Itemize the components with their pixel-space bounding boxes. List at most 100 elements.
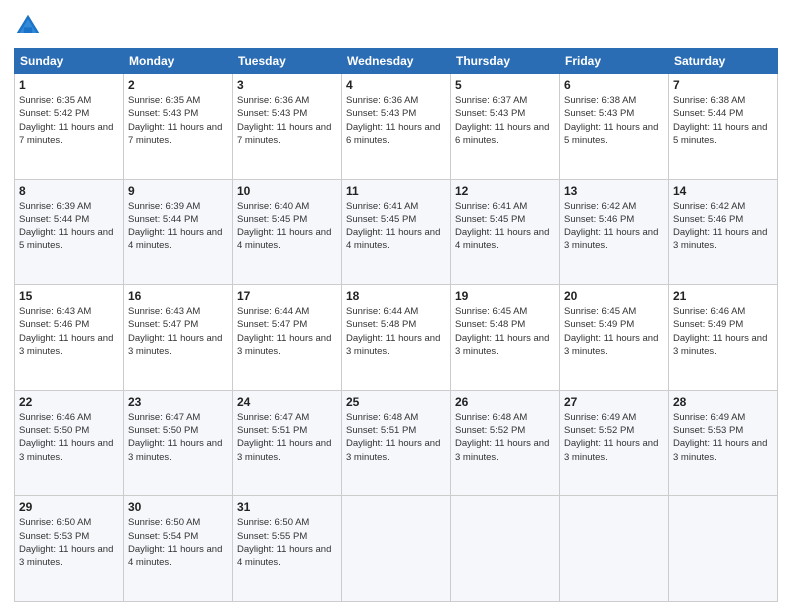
day-number: 21 <box>673 289 773 303</box>
day-info: Sunrise: 6:48 AM Sunset: 5:51 PM Dayligh… <box>346 411 446 464</box>
day-cell: 18 Sunrise: 6:44 AM Sunset: 5:48 PM Dayl… <box>342 285 451 391</box>
week-row-5: 29 Sunrise: 6:50 AM Sunset: 5:53 PM Dayl… <box>15 496 778 602</box>
page: SundayMondayTuesdayWednesdayThursdayFrid… <box>0 0 792 612</box>
day-number: 20 <box>564 289 664 303</box>
day-number: 25 <box>346 395 446 409</box>
day-cell: 9 Sunrise: 6:39 AM Sunset: 5:44 PM Dayli… <box>124 179 233 285</box>
logo <box>14 12 44 40</box>
day-info: Sunrise: 6:40 AM Sunset: 5:45 PM Dayligh… <box>237 200 337 253</box>
day-info: Sunrise: 6:49 AM Sunset: 5:52 PM Dayligh… <box>564 411 664 464</box>
day-cell: 4 Sunrise: 6:36 AM Sunset: 5:43 PM Dayli… <box>342 74 451 180</box>
day-header-sunday: Sunday <box>15 49 124 74</box>
calendar-header-row: SundayMondayTuesdayWednesdayThursdayFrid… <box>15 49 778 74</box>
day-cell: 24 Sunrise: 6:47 AM Sunset: 5:51 PM Dayl… <box>233 390 342 496</box>
day-number: 2 <box>128 78 228 92</box>
calendar-table: SundayMondayTuesdayWednesdayThursdayFrid… <box>14 48 778 602</box>
day-cell: 21 Sunrise: 6:46 AM Sunset: 5:49 PM Dayl… <box>669 285 778 391</box>
day-cell <box>669 496 778 602</box>
day-number: 31 <box>237 500 337 514</box>
day-cell: 10 Sunrise: 6:40 AM Sunset: 5:45 PM Dayl… <box>233 179 342 285</box>
day-info: Sunrise: 6:35 AM Sunset: 5:43 PM Dayligh… <box>128 94 228 147</box>
day-info: Sunrise: 6:47 AM Sunset: 5:51 PM Dayligh… <box>237 411 337 464</box>
day-number: 29 <box>19 500 119 514</box>
day-cell: 3 Sunrise: 6:36 AM Sunset: 5:43 PM Dayli… <box>233 74 342 180</box>
day-cell: 23 Sunrise: 6:47 AM Sunset: 5:50 PM Dayl… <box>124 390 233 496</box>
day-cell: 25 Sunrise: 6:48 AM Sunset: 5:51 PM Dayl… <box>342 390 451 496</box>
day-cell: 15 Sunrise: 6:43 AM Sunset: 5:46 PM Dayl… <box>15 285 124 391</box>
day-info: Sunrise: 6:41 AM Sunset: 5:45 PM Dayligh… <box>455 200 555 253</box>
day-cell <box>451 496 560 602</box>
day-cell: 30 Sunrise: 6:50 AM Sunset: 5:54 PM Dayl… <box>124 496 233 602</box>
day-cell: 26 Sunrise: 6:48 AM Sunset: 5:52 PM Dayl… <box>451 390 560 496</box>
day-cell: 28 Sunrise: 6:49 AM Sunset: 5:53 PM Dayl… <box>669 390 778 496</box>
day-header-thursday: Thursday <box>451 49 560 74</box>
day-number: 26 <box>455 395 555 409</box>
day-number: 24 <box>237 395 337 409</box>
day-number: 19 <box>455 289 555 303</box>
day-header-wednesday: Wednesday <box>342 49 451 74</box>
day-number: 11 <box>346 184 446 198</box>
day-info: Sunrise: 6:43 AM Sunset: 5:47 PM Dayligh… <box>128 305 228 358</box>
day-cell: 19 Sunrise: 6:45 AM Sunset: 5:48 PM Dayl… <box>451 285 560 391</box>
day-number: 30 <box>128 500 228 514</box>
day-cell <box>342 496 451 602</box>
day-cell: 20 Sunrise: 6:45 AM Sunset: 5:49 PM Dayl… <box>560 285 669 391</box>
day-cell <box>560 496 669 602</box>
day-header-friday: Friday <box>560 49 669 74</box>
day-info: Sunrise: 6:49 AM Sunset: 5:53 PM Dayligh… <box>673 411 773 464</box>
week-row-3: 15 Sunrise: 6:43 AM Sunset: 5:46 PM Dayl… <box>15 285 778 391</box>
day-number: 6 <box>564 78 664 92</box>
day-number: 3 <box>237 78 337 92</box>
day-info: Sunrise: 6:36 AM Sunset: 5:43 PM Dayligh… <box>346 94 446 147</box>
day-number: 10 <box>237 184 337 198</box>
day-number: 17 <box>237 289 337 303</box>
day-info: Sunrise: 6:39 AM Sunset: 5:44 PM Dayligh… <box>128 200 228 253</box>
day-cell: 11 Sunrise: 6:41 AM Sunset: 5:45 PM Dayl… <box>342 179 451 285</box>
day-number: 5 <box>455 78 555 92</box>
header <box>14 12 778 40</box>
day-number: 7 <box>673 78 773 92</box>
day-info: Sunrise: 6:38 AM Sunset: 5:43 PM Dayligh… <box>564 94 664 147</box>
day-info: Sunrise: 6:43 AM Sunset: 5:46 PM Dayligh… <box>19 305 119 358</box>
week-row-4: 22 Sunrise: 6:46 AM Sunset: 5:50 PM Dayl… <box>15 390 778 496</box>
day-number: 15 <box>19 289 119 303</box>
day-info: Sunrise: 6:41 AM Sunset: 5:45 PM Dayligh… <box>346 200 446 253</box>
day-number: 12 <box>455 184 555 198</box>
day-number: 13 <box>564 184 664 198</box>
day-number: 14 <box>673 184 773 198</box>
day-info: Sunrise: 6:46 AM Sunset: 5:50 PM Dayligh… <box>19 411 119 464</box>
day-cell: 8 Sunrise: 6:39 AM Sunset: 5:44 PM Dayli… <box>15 179 124 285</box>
day-cell: 5 Sunrise: 6:37 AM Sunset: 5:43 PM Dayli… <box>451 74 560 180</box>
day-number: 28 <box>673 395 773 409</box>
day-number: 1 <box>19 78 119 92</box>
day-cell: 2 Sunrise: 6:35 AM Sunset: 5:43 PM Dayli… <box>124 74 233 180</box>
day-cell: 17 Sunrise: 6:44 AM Sunset: 5:47 PM Dayl… <box>233 285 342 391</box>
day-cell: 29 Sunrise: 6:50 AM Sunset: 5:53 PM Dayl… <box>15 496 124 602</box>
day-number: 18 <box>346 289 446 303</box>
day-cell: 6 Sunrise: 6:38 AM Sunset: 5:43 PM Dayli… <box>560 74 669 180</box>
day-info: Sunrise: 6:46 AM Sunset: 5:49 PM Dayligh… <box>673 305 773 358</box>
day-cell: 27 Sunrise: 6:49 AM Sunset: 5:52 PM Dayl… <box>560 390 669 496</box>
day-number: 16 <box>128 289 228 303</box>
day-info: Sunrise: 6:48 AM Sunset: 5:52 PM Dayligh… <box>455 411 555 464</box>
day-info: Sunrise: 6:45 AM Sunset: 5:48 PM Dayligh… <box>455 305 555 358</box>
day-cell: 22 Sunrise: 6:46 AM Sunset: 5:50 PM Dayl… <box>15 390 124 496</box>
week-row-1: 1 Sunrise: 6:35 AM Sunset: 5:42 PM Dayli… <box>15 74 778 180</box>
day-info: Sunrise: 6:44 AM Sunset: 5:47 PM Dayligh… <box>237 305 337 358</box>
day-cell: 12 Sunrise: 6:41 AM Sunset: 5:45 PM Dayl… <box>451 179 560 285</box>
week-row-2: 8 Sunrise: 6:39 AM Sunset: 5:44 PM Dayli… <box>15 179 778 285</box>
day-info: Sunrise: 6:50 AM Sunset: 5:54 PM Dayligh… <box>128 516 228 569</box>
day-header-monday: Monday <box>124 49 233 74</box>
day-cell: 16 Sunrise: 6:43 AM Sunset: 5:47 PM Dayl… <box>124 285 233 391</box>
day-number: 9 <box>128 184 228 198</box>
day-info: Sunrise: 6:45 AM Sunset: 5:49 PM Dayligh… <box>564 305 664 358</box>
day-info: Sunrise: 6:42 AM Sunset: 5:46 PM Dayligh… <box>673 200 773 253</box>
day-info: Sunrise: 6:50 AM Sunset: 5:55 PM Dayligh… <box>237 516 337 569</box>
day-info: Sunrise: 6:39 AM Sunset: 5:44 PM Dayligh… <box>19 200 119 253</box>
day-info: Sunrise: 6:35 AM Sunset: 5:42 PM Dayligh… <box>19 94 119 147</box>
day-number: 4 <box>346 78 446 92</box>
logo-icon <box>14 12 42 40</box>
day-cell: 7 Sunrise: 6:38 AM Sunset: 5:44 PM Dayli… <box>669 74 778 180</box>
day-info: Sunrise: 6:50 AM Sunset: 5:53 PM Dayligh… <box>19 516 119 569</box>
day-info: Sunrise: 6:42 AM Sunset: 5:46 PM Dayligh… <box>564 200 664 253</box>
